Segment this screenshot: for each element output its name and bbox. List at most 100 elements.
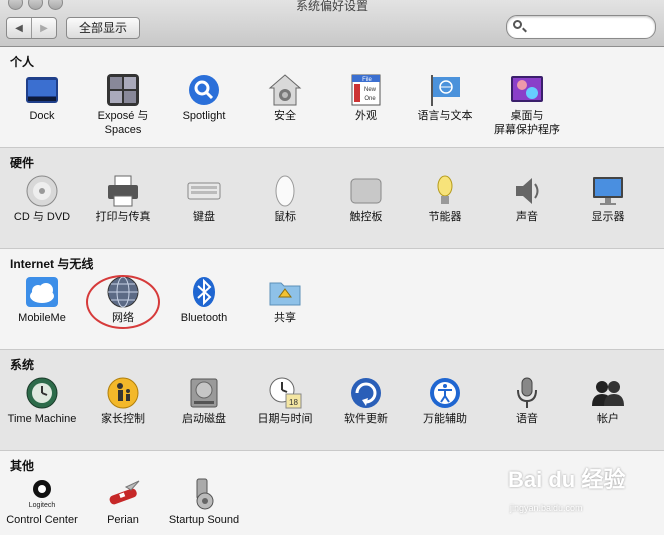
pane-label: 打印与传真 — [95, 211, 151, 223]
dock-icon — [25, 73, 59, 107]
pane-startup-disk[interactable]: 启动磁盘 — [164, 374, 244, 426]
pane-label: 桌面与 屏幕保护程序 — [494, 110, 560, 136]
spotlight-icon — [187, 73, 221, 107]
watermark-brand: Bai du 经验 — [508, 467, 626, 492]
pane-label: 安全 — [274, 110, 296, 122]
pane-label: 共享 — [274, 312, 296, 324]
shared-folder-icon — [268, 275, 302, 309]
pane-parental-controls[interactable]: 家长控制 — [83, 374, 163, 426]
forward-button[interactable]: ▶ — [31, 18, 56, 38]
pane-label: Exposé 与 Spaces — [97, 110, 149, 136]
house-safe-icon — [268, 73, 302, 107]
pane-trackpad[interactable]: 触控板 — [326, 172, 406, 224]
pane-security[interactable]: 安全 — [245, 71, 325, 123]
cloud-icon — [25, 275, 59, 309]
pane-label: MobileMe — [18, 312, 66, 324]
pane-label: Time Machine — [7, 413, 77, 425]
pane-universal-access[interactable]: 万能辅助 — [405, 374, 485, 426]
pane-perian[interactable]: Perian — [83, 475, 163, 527]
calendar-date-text: 18 — [289, 398, 298, 407]
highlight-ring — [86, 275, 160, 329]
pane-desktop-screensaver[interactable]: 桌面与 屏幕保护程序 — [487, 71, 567, 137]
pane-print-fax[interactable]: 打印与传真 — [83, 172, 163, 224]
keyboard-icon — [187, 174, 221, 208]
pane-mouse[interactable]: 鼠标 — [245, 172, 325, 224]
pane-label: 节能器 — [428, 211, 462, 223]
pane-sharing[interactable]: 共享 — [245, 273, 325, 325]
bulb-icon — [428, 174, 462, 208]
pane-control-center[interactable]: Logitech Control Center — [2, 475, 82, 527]
back-button[interactable]: ◀ — [7, 18, 31, 38]
pane-accounts[interactable]: 帐户 — [568, 374, 648, 426]
search-icon — [513, 20, 522, 29]
pane-displays[interactable]: 显示器 — [568, 172, 648, 224]
trackpad-icon — [349, 174, 383, 208]
file-menu-text: File — [362, 77, 372, 83]
one-menu-text: One — [364, 96, 376, 102]
mouse-icon — [268, 174, 302, 208]
section-title: 其他 — [10, 459, 35, 473]
software-update-icon — [349, 376, 383, 410]
back-forward-control: ◀ ▶ — [6, 17, 57, 39]
hard-disk-icon — [187, 376, 221, 410]
section-title: 系统 — [10, 358, 35, 372]
pane-label: 启动磁盘 — [182, 413, 226, 425]
pane-date-time[interactable]: 18 日期与时间 — [245, 374, 325, 426]
universal-access-icon — [428, 376, 462, 410]
pane-label: Spotlight — [182, 110, 226, 122]
pane-mobileme[interactable]: MobileMe — [2, 273, 82, 325]
section-title: 个人 — [10, 55, 35, 69]
pane-keyboard[interactable]: 键盘 — [164, 172, 244, 224]
pane-language-text[interactable]: 语言与文本 — [405, 71, 485, 123]
pane-label: 软件更新 — [344, 413, 388, 425]
desktop-icon — [510, 73, 544, 107]
pane-label: 键盘 — [193, 211, 215, 223]
appearance-icon: File New One — [349, 73, 383, 107]
pane-label: Bluetooth — [180, 312, 228, 324]
search-input[interactable] — [527, 18, 651, 36]
show-all-button[interactable]: 全部显示 — [66, 17, 141, 39]
speaker-icon — [510, 174, 544, 208]
expose-spaces-icon — [106, 73, 140, 107]
microphone-icon — [510, 376, 544, 410]
pane-startup-sound[interactable]: Startup Sound — [164, 475, 244, 527]
new-menu-text: New — [364, 87, 377, 93]
cd-icon — [25, 174, 59, 208]
pane-energy-saver[interactable]: 节能器 — [405, 172, 485, 224]
printer-icon — [106, 174, 140, 208]
pane-label: CD 与 DVD — [13, 211, 71, 223]
pane-sound[interactable]: 声音 — [487, 172, 567, 224]
pane-label: 外观 — [355, 110, 377, 122]
pane-speech[interactable]: 语音 — [487, 374, 567, 426]
window-toolbar: 系统偏好设置 ◀ ▶ 全部显示 — [0, 0, 664, 47]
section-title: Internet 与无线 — [10, 257, 94, 271]
swiss-knife-icon — [106, 477, 140, 511]
parental-controls-icon — [106, 376, 140, 410]
pane-label: 声音 — [516, 211, 538, 223]
pane-label: 帐户 — [597, 413, 619, 425]
pane-label: 鼠标 — [274, 211, 296, 223]
section-personal: 个人 Dock Exposé 与 Spaces Spotlight 安全 Fil… — [0, 47, 664, 148]
pane-label: Startup Sound — [168, 514, 240, 526]
watermark-url: jingyan.baidu.com — [510, 503, 583, 513]
section-system: 系统 Time Machine 家长控制 启动磁盘 18 日期与时间 软件更新 … — [0, 350, 664, 451]
pane-label: 语音 — [516, 413, 538, 425]
logitech-icon: Logitech — [25, 477, 59, 511]
search-field[interactable] — [506, 15, 656, 39]
section-title: 硬件 — [10, 156, 35, 170]
whistle-icon — [187, 477, 221, 511]
section-hardware: 硬件 CD 与 DVD 打印与传真 键盘 鼠标 触控板 节能器 声音 显示器 — [0, 148, 664, 249]
pane-time-machine[interactable]: Time Machine — [2, 374, 82, 426]
pane-spotlight[interactable]: Spotlight — [164, 71, 244, 123]
pane-cd-dvd[interactable]: CD 与 DVD — [2, 172, 82, 224]
pane-appearance[interactable]: File New One 外观 — [326, 71, 406, 123]
pane-label: Control Center — [6, 514, 78, 526]
pane-expose-spaces[interactable]: Exposé 与 Spaces — [83, 71, 163, 137]
logitech-text: Logitech — [29, 502, 56, 509]
pane-label: 万能辅助 — [423, 413, 467, 425]
pane-bluetooth[interactable]: Bluetooth — [164, 273, 244, 325]
un-flag-icon — [428, 73, 462, 107]
pane-label: 语言与文本 — [417, 110, 473, 122]
pane-software-update[interactable]: 软件更新 — [326, 374, 406, 426]
pane-dock[interactable]: Dock — [2, 71, 82, 123]
